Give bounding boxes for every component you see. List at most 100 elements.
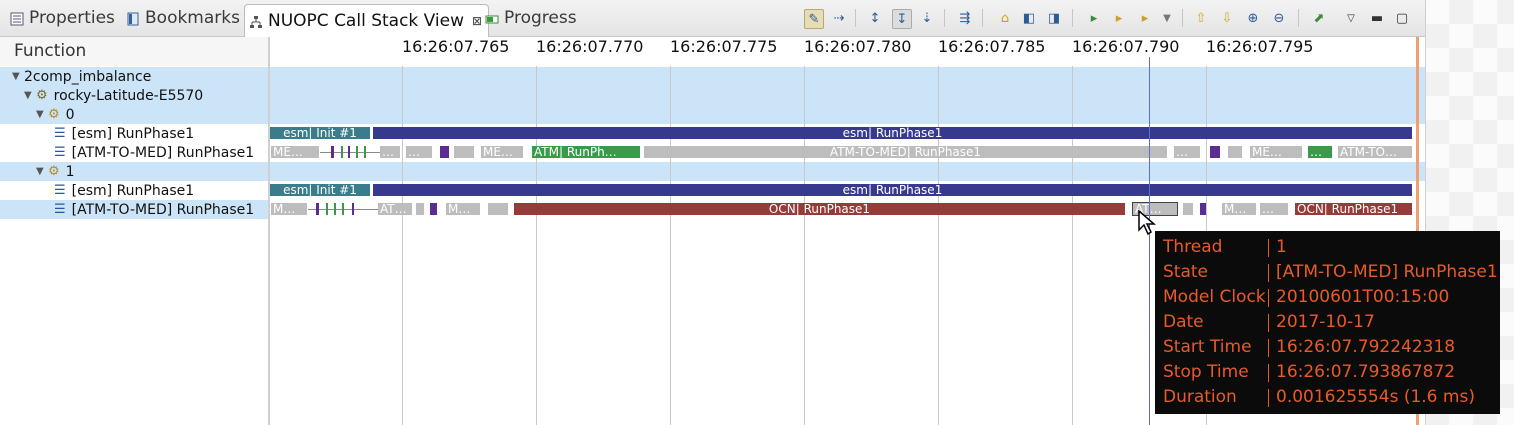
event-green[interactable] bbox=[356, 146, 358, 158]
time-scale[interactable]: 16:26:07.765 16:26:07.770 16:26:07.775 1… bbox=[270, 37, 1416, 66]
pin-icon[interactable]: ✎ bbox=[804, 9, 824, 29]
event-green[interactable] bbox=[334, 203, 336, 215]
tooltip-separator bbox=[1268, 239, 1269, 257]
sort-id-icon[interactable]: ↧ bbox=[892, 9, 912, 29]
previous-event-icon[interactable]: ◧ bbox=[1020, 9, 1038, 27]
view-menu-icon[interactable]: ▽ bbox=[1342, 9, 1360, 27]
next-item-icon[interactable]: ⇩ bbox=[1218, 9, 1236, 27]
event-purple[interactable] bbox=[1210, 146, 1220, 158]
tooltip-value: 16:26:07.793867872 bbox=[1276, 362, 1456, 382]
event-ocn-runphase1[interactable]: OCN| RunPhase1 bbox=[1295, 203, 1412, 215]
properties-icon bbox=[10, 11, 24, 26]
previous-item-icon[interactable]: ⇧ bbox=[1192, 9, 1210, 27]
sort-name-icon[interactable]: ↕ bbox=[866, 9, 884, 27]
event-grey[interactable]: M… bbox=[271, 203, 307, 215]
tree-item-process-0[interactable]: ▼ ⚙ 0 bbox=[36, 105, 75, 124]
event-green[interactable] bbox=[364, 146, 366, 158]
zoom-out-icon[interactable]: ⊖ bbox=[1270, 9, 1288, 27]
event-grey[interactable] bbox=[416, 203, 424, 215]
time-tick-label: 16:26:07.765 bbox=[402, 37, 510, 56]
next-marker-icon[interactable]: ▸ bbox=[1136, 9, 1154, 27]
event-label: M… bbox=[1224, 203, 1247, 215]
expand-arrow-icon[interactable]: ▼ bbox=[36, 109, 48, 120]
time-gridline bbox=[670, 66, 671, 425]
tree-item-thread[interactable]: ☰ [esm] RunPhase1 bbox=[54, 124, 194, 143]
event-esm-runphase1[interactable]: esm| RunPhase1 bbox=[373, 127, 1412, 139]
tab-label: Progress bbox=[504, 8, 577, 28]
previous-marker-icon[interactable]: ▸ bbox=[1110, 9, 1128, 27]
event-grey[interactable]: ATM-TO… bbox=[1338, 146, 1412, 158]
tab-progress[interactable]: Progress bbox=[485, 5, 577, 31]
expand-arrow-icon[interactable]: ▼ bbox=[12, 71, 24, 82]
home-icon[interactable]: ⌂ bbox=[996, 9, 1014, 27]
event-purple[interactable] bbox=[1200, 203, 1206, 215]
thread-icon: ☰ bbox=[54, 126, 66, 141]
time-tick-label: 16:26:07.785 bbox=[938, 37, 1046, 56]
event-grey[interactable] bbox=[488, 203, 508, 215]
event-label: … bbox=[1310, 146, 1322, 158]
event-ocn-runphase1[interactable]: OCN| RunPhase1 bbox=[514, 203, 1125, 215]
event-purple[interactable] bbox=[348, 146, 350, 158]
tab-nuopc-call-stack-view[interactable]: NUOPC Call Stack View ⊠ bbox=[244, 4, 490, 37]
event-atm-to-med-runphase1[interactable]: ATM-TO-MED| RunPhase1 bbox=[644, 146, 1167, 158]
maximize-icon[interactable]: ▢ bbox=[1393, 9, 1411, 27]
zoom-in-icon[interactable]: ⊕ bbox=[1244, 9, 1262, 27]
toolbar-separator bbox=[855, 9, 856, 27]
tooltip-value: 20100601T00:15:00 bbox=[1276, 287, 1450, 307]
add-bookmark-icon[interactable]: ▸ bbox=[1085, 9, 1103, 27]
minimize-icon[interactable]: ▬ bbox=[1368, 9, 1386, 27]
event-green[interactable] bbox=[341, 146, 343, 158]
tree-item-host[interactable]: ▼ ⚙ rocky-Latitude-E5570 bbox=[24, 86, 203, 105]
expand-arrow-icon[interactable]: ▼ bbox=[24, 90, 36, 101]
sort-time-icon[interactable]: ⇣ bbox=[918, 9, 936, 27]
tree-item-process-1[interactable]: ▼ ⚙ 1 bbox=[36, 162, 75, 181]
tree-item-thread[interactable]: ☰ [ATM-TO-MED] RunPhase1 bbox=[54, 143, 254, 162]
process-icon: ⚙ bbox=[48, 164, 60, 179]
align-views-icon[interactable]: ⇢ bbox=[830, 9, 848, 27]
filter-icon[interactable]: ⇶ bbox=[956, 9, 974, 27]
next-event-icon[interactable]: ◨ bbox=[1045, 9, 1063, 27]
event-green[interactable] bbox=[342, 203, 344, 215]
event-purple[interactable] bbox=[316, 203, 319, 215]
dropdown-icon[interactable]: ▼ bbox=[1158, 9, 1176, 27]
event-grey[interactable]: M… bbox=[446, 203, 480, 215]
event-grey[interactable]: … bbox=[1260, 203, 1288, 215]
tab-bookmarks[interactable]: Bookmarks bbox=[126, 5, 240, 31]
event-grey[interactable]: AT… bbox=[378, 203, 412, 215]
event-green[interactable]: … bbox=[1308, 146, 1332, 158]
event-esm-init[interactable]: esm| Init #1 bbox=[270, 127, 370, 139]
event-grey[interactable]: … bbox=[380, 146, 400, 158]
export-icon[interactable]: ⬈ bbox=[1310, 9, 1328, 27]
event-purple[interactable] bbox=[331, 146, 334, 158]
event-grey[interactable]: … bbox=[406, 146, 432, 158]
event-esm-init[interactable]: esm| Init #1 bbox=[270, 184, 370, 196]
function-column-header[interactable]: Function bbox=[0, 37, 268, 66]
event-purple[interactable] bbox=[440, 146, 449, 158]
expand-arrow-icon[interactable]: ▼ bbox=[36, 166, 48, 177]
tooltip-key: Thread bbox=[1163, 237, 1223, 257]
event-grey[interactable]: ME… bbox=[271, 146, 319, 158]
tab-properties[interactable]: Properties bbox=[10, 5, 115, 31]
tree-item-thread[interactable]: ☰ [ATM-TO-MED] RunPhase1 bbox=[54, 200, 254, 219]
event-purple[interactable] bbox=[430, 203, 437, 215]
tab-bar: Properties Bookmarks NUOPC Call Stack Vi… bbox=[0, 0, 1425, 37]
event-label: … bbox=[1176, 146, 1188, 158]
event-grey[interactable] bbox=[454, 146, 474, 158]
time-tick-label: 16:26:07.795 bbox=[1206, 37, 1314, 56]
event-esm-runphase1[interactable]: esm| RunPhase1 bbox=[373, 184, 1412, 196]
event-label: esm| RunPhase1 bbox=[842, 184, 943, 196]
event-green[interactable] bbox=[326, 203, 328, 215]
event-grey[interactable]: M… bbox=[1222, 203, 1256, 215]
close-icon[interactable]: ⊠ bbox=[472, 14, 482, 28]
tree-item-trace[interactable]: ▼ 2comp_imbalance bbox=[12, 67, 151, 86]
tooltip-key: Start Time bbox=[1163, 337, 1252, 357]
event-purple[interactable] bbox=[352, 203, 354, 215]
event-grey[interactable] bbox=[1228, 146, 1242, 158]
event-grey[interactable]: ME… bbox=[481, 146, 523, 158]
event-grey[interactable] bbox=[1183, 203, 1193, 215]
event-grey[interactable]: ME… bbox=[1250, 146, 1302, 158]
event-grey[interactable]: … bbox=[1174, 146, 1200, 158]
event-atm-runphase[interactable]: ATM| RunPh… bbox=[532, 146, 640, 158]
tree-item-thread[interactable]: ☰ [esm] RunPhase1 bbox=[54, 181, 194, 200]
time-cursor[interactable] bbox=[1149, 57, 1150, 425]
